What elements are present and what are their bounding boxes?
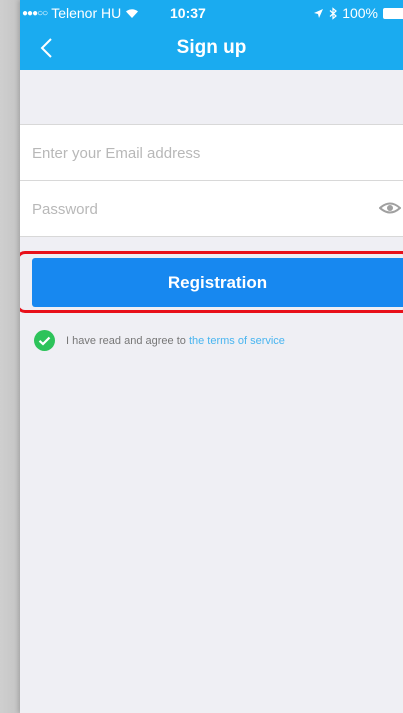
agreement-row: I have read and agree to the terms of se… bbox=[34, 330, 285, 351]
location-arrow-icon bbox=[314, 8, 324, 18]
email-row bbox=[20, 124, 403, 182]
check-circle-icon[interactable] bbox=[34, 330, 55, 351]
agreement-text: I have read and agree to the terms of se… bbox=[66, 335, 285, 347]
status-bar: ●●●○○ Telenor HU 10:37 100% bbox=[20, 0, 403, 26]
password-input[interactable] bbox=[30, 181, 364, 238]
page-title: Sign up bbox=[176, 37, 247, 58]
eye-icon[interactable] bbox=[379, 198, 401, 218]
nav-bar: Sign up bbox=[20, 26, 403, 70]
top-spacer bbox=[20, 70, 403, 124]
status-time: 10:37 bbox=[170, 5, 206, 21]
password-row bbox=[20, 180, 403, 238]
carrier-info: ●●●○○ Telenor HU bbox=[22, 5, 139, 21]
highlight-box bbox=[20, 251, 403, 313]
battery-icon bbox=[383, 7, 403, 19]
email-input[interactable] bbox=[30, 125, 364, 182]
phone-screen: ●●●○○ Telenor HU 10:37 100% Sign up Ente… bbox=[20, 0, 403, 713]
signal-dots-icon: ●●●○○ bbox=[22, 7, 48, 19]
background-left bbox=[0, 0, 20, 713]
status-right: 100% bbox=[313, 5, 403, 21]
wifi-icon bbox=[126, 9, 139, 18]
carrier-name: Telenor HU bbox=[51, 5, 122, 21]
battery-percent: 100% bbox=[342, 5, 378, 21]
terms-link[interactable]: the terms of service bbox=[189, 335, 285, 347]
bluetooth-icon bbox=[329, 6, 338, 20]
agreement-label: I have read and agree to bbox=[66, 334, 186, 347]
